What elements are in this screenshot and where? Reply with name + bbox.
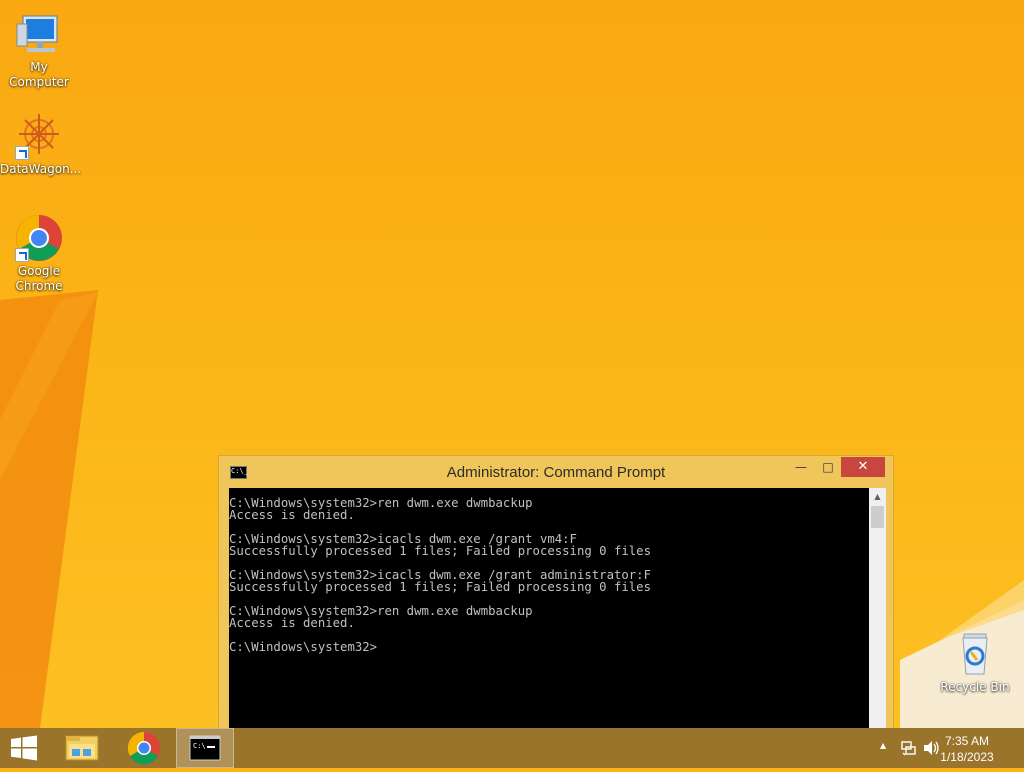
- clock[interactable]: 7:35 AM 1/18/2023: [932, 733, 1002, 765]
- desktop: My Computer DataWagon... Google Chrome R…: [0, 0, 1024, 728]
- desktop-icon-label: DataWagon...: [0, 162, 82, 176]
- vertical-scrollbar[interactable]: ▲: [869, 488, 886, 728]
- taskbar-file-explorer[interactable]: [56, 728, 108, 768]
- scroll-up-button[interactable]: ▲: [869, 488, 886, 505]
- maximize-button[interactable]: □: [815, 457, 841, 477]
- desktop-icon-label: My Computer: [9, 60, 69, 89]
- my-computer-icon: [15, 10, 63, 58]
- chrome-icon: [15, 214, 63, 262]
- cmd-icon: C:\: [189, 735, 221, 761]
- svg-text:C:\: C:\: [193, 742, 206, 750]
- desktop-icon-google-chrome[interactable]: Google Chrome: [0, 214, 78, 294]
- console-text: C:\Windows\system32>ren dwm.exe dwmbacku…: [229, 496, 651, 654]
- recycle-bin-icon: [951, 630, 999, 678]
- datawagon-icon: [15, 112, 63, 160]
- command-prompt-window[interactable]: C:\_ Administrator: Command Prompt — □ ✕…: [218, 455, 894, 728]
- shortcut-arrow-icon: [15, 146, 29, 160]
- clock-time: 7:35 AM: [944, 734, 990, 748]
- scroll-thumb[interactable]: [871, 506, 884, 528]
- taskbar-command-prompt[interactable]: C:\: [176, 728, 234, 768]
- windows-logo-icon: [11, 735, 37, 761]
- desktop-icon-label: Google Chrome: [15, 264, 63, 293]
- minimize-button[interactable]: —: [787, 457, 815, 477]
- system-tray: ▲ 7:35 AM 1/18/2023: [864, 728, 1024, 768]
- desktop-icon-datawagon[interactable]: DataWagon...: [0, 112, 82, 177]
- title-bar[interactable]: C:\_ Administrator: Command Prompt — □ ✕: [219, 456, 893, 488]
- network-icon[interactable]: [900, 739, 918, 757]
- chrome-icon: [127, 731, 160, 765]
- start-button[interactable]: [0, 728, 48, 768]
- show-hidden-icons-button[interactable]: ▲: [880, 741, 886, 750]
- taskbar-chrome[interactable]: [118, 728, 170, 768]
- desktop-icon-recycle-bin[interactable]: Recycle Bin: [936, 630, 1014, 695]
- close-button[interactable]: ✕: [841, 457, 885, 477]
- desktop-icon-my-computer[interactable]: My Computer: [0, 10, 78, 90]
- desktop-icon-label: Recycle Bin: [940, 680, 1010, 694]
- console-output[interactable]: C:\Windows\system32>ren dwm.exe dwmbacku…: [229, 488, 869, 728]
- folder-icon: [65, 735, 99, 761]
- taskbar: C:\ ▲ 7:35 AM 1/18/2023: [0, 728, 1024, 768]
- clock-date: 1/18/2023: [940, 750, 994, 764]
- shortcut-arrow-icon: [15, 248, 29, 262]
